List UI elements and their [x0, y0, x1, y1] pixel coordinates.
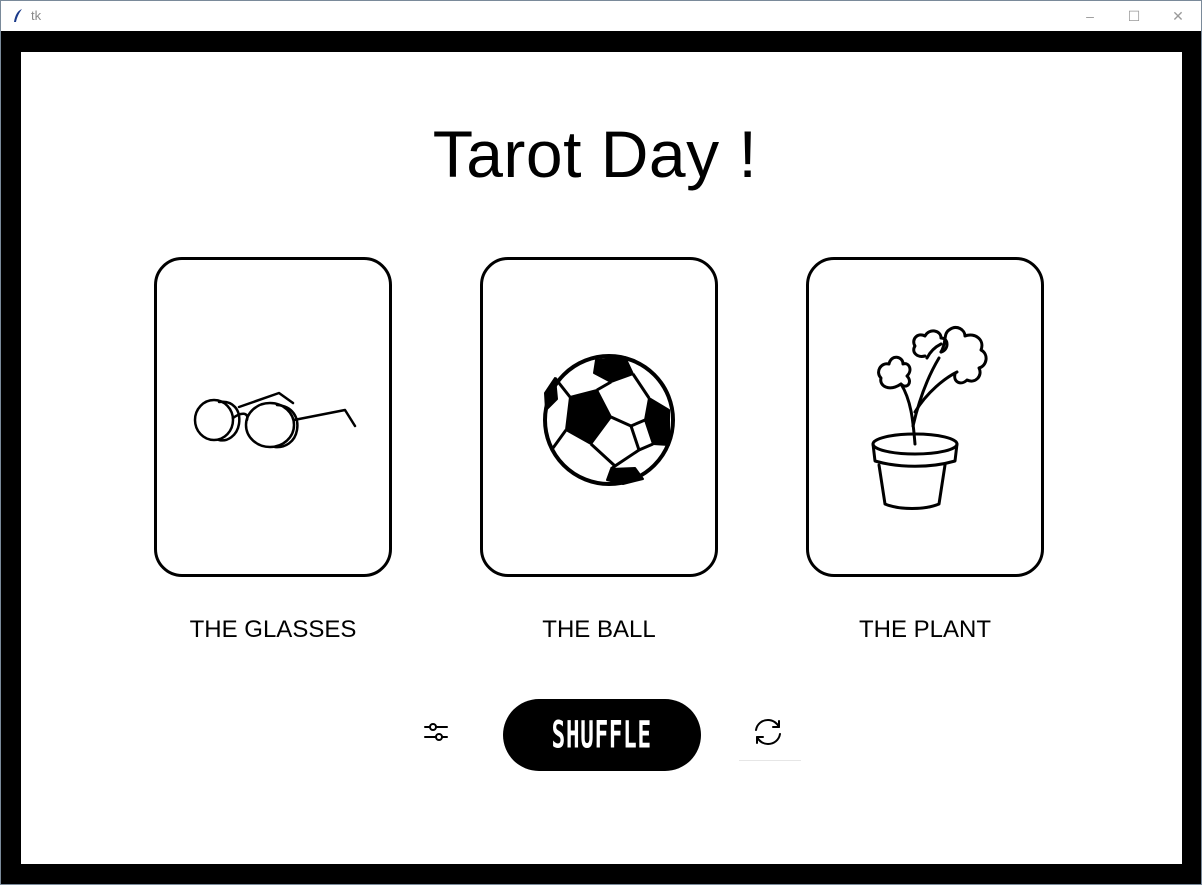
sliders-icon[interactable] — [421, 720, 451, 744]
title-bar: tk – ☐ ✕ — [1, 1, 1201, 31]
card-label-plant: THE PLANT — [858, 616, 992, 643]
card-plant[interactable] — [806, 257, 1044, 577]
page-title: Tarot Day ! — [432, 117, 758, 191]
focus-underline — [739, 760, 801, 761]
card-ball[interactable] — [480, 257, 718, 577]
shuffle-button[interactable]: SHUFFLE — [503, 699, 701, 771]
potted-plant-icon — [871, 326, 988, 510]
window-title: tk — [31, 8, 42, 23]
minimize-button[interactable]: – — [1067, 1, 1113, 31]
glasses-icon — [193, 391, 357, 449]
card-label-ball: THE BALL — [542, 616, 656, 643]
shuffle-label: SHUFFLE — [551, 713, 653, 757]
app-window: tk – ☐ ✕ Tarot Day ! THE GLASSES THE BAL… — [0, 0, 1202, 885]
card-glasses[interactable] — [154, 257, 392, 577]
feather-icon — [14, 9, 22, 22]
close-button[interactable]: ✕ — [1155, 1, 1201, 31]
maximize-button[interactable]: ☐ — [1111, 1, 1157, 31]
card-label-glasses: THE GLASSES — [189, 616, 357, 643]
refresh-icon[interactable] — [751, 716, 785, 748]
main-canvas: Tarot Day ! THE GLASSES THE BALL THE PLA… — [21, 52, 1182, 864]
soccer-ball-icon — [543, 354, 675, 486]
